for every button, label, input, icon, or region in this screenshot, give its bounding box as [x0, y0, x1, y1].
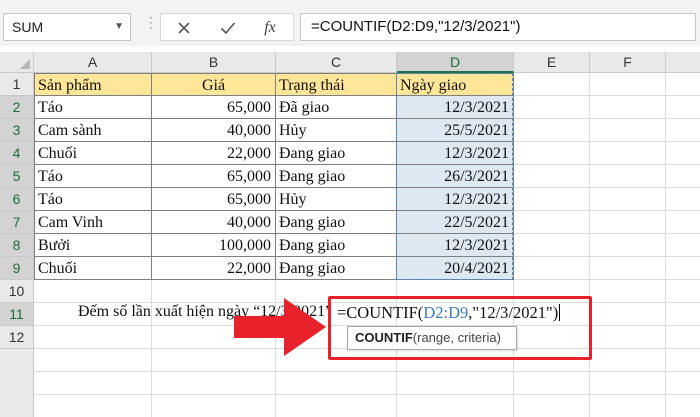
row-header-5[interactable]: 5	[0, 165, 34, 188]
row-header-11[interactable]: 11	[0, 303, 34, 326]
row-header-4[interactable]: 4	[0, 142, 34, 165]
row-header-2[interactable]: 2	[0, 96, 34, 119]
cell-status[interactable]: Đang giao	[275, 257, 397, 280]
column-header-b[interactable]: B	[152, 52, 276, 73]
column-header-e[interactable]: E	[514, 52, 590, 73]
cell-price[interactable]: 65,000	[151, 188, 276, 211]
column-header-g[interactable]	[666, 52, 700, 73]
check-icon[interactable]	[215, 17, 241, 39]
cell-delivery-date[interactable]: 12/3/2021	[396, 142, 514, 165]
cell-status[interactable]: Đang giao	[275, 142, 397, 165]
cell-delivery-date[interactable]: 22/5/2021	[396, 211, 514, 234]
cell-delivery-date[interactable]: 12/3/2021	[396, 188, 514, 211]
cell-status[interactable]: Đang giao	[275, 165, 397, 188]
cell-product[interactable]: Táo	[34, 96, 152, 119]
header-cell-price[interactable]: Giá	[151, 73, 276, 96]
cell-price[interactable]: 40,000	[151, 119, 276, 142]
cell-price[interactable]: 22,000	[151, 142, 276, 165]
cell-delivery-date[interactable]: 26/3/2021	[396, 165, 514, 188]
row-header-12[interactable]: 12	[0, 326, 34, 349]
cell-product[interactable]: Táo	[34, 165, 152, 188]
header-cell-delivery-date[interactable]: Ngày giao	[396, 73, 514, 96]
row-header-7[interactable]: 7	[0, 211, 34, 234]
cell-delivery-date[interactable]: 20/4/2021	[396, 257, 514, 280]
cell-status[interactable]: Đang giao	[275, 234, 397, 257]
column-header-d[interactable]: D	[397, 52, 514, 73]
row-header-9[interactable]: 9	[0, 257, 34, 280]
header-cell-status[interactable]: Trạng thái	[275, 73, 397, 96]
row-header-3[interactable]: 3	[0, 119, 34, 142]
cell-status[interactable]: Hủy	[275, 188, 397, 211]
row-header-8[interactable]: 8	[0, 234, 34, 257]
gridline	[589, 73, 590, 417]
cell-product[interactable]: Táo	[34, 188, 152, 211]
cell-status[interactable]: Đang giao	[275, 211, 397, 234]
column-header-f[interactable]: F	[590, 52, 666, 73]
column-header-c[interactable]: C	[276, 52, 397, 73]
row-header-1[interactable]: 1	[0, 73, 34, 96]
formula-input[interactable]: =COUNTIF(D2:D9,"12/3/2021")	[300, 13, 696, 41]
cell-delivery-date[interactable]: 12/3/2021	[396, 96, 514, 119]
grip-icon[interactable]: ⋮	[144, 15, 158, 36]
row-header-13[interactable]	[0, 349, 34, 417]
red-arrow-icon	[234, 298, 326, 356]
row-header-10[interactable]: 10	[0, 280, 34, 303]
formula-bar: SUM ▼ ⋮ fx =COUNTIF(D2:D9,"12/3/2021")	[0, 0, 700, 46]
cell-price[interactable]: 40,000	[151, 211, 276, 234]
insert-function-button[interactable]: fx	[257, 17, 283, 39]
header-cell-product[interactable]: Sản phẩm	[34, 73, 152, 96]
cell-product[interactable]: Cam sành	[34, 119, 152, 142]
close-icon[interactable]	[171, 17, 197, 39]
cell-product[interactable]: Chuối	[34, 142, 152, 165]
name-box[interactable]: SUM ▼	[3, 13, 131, 41]
cell-delivery-date[interactable]: 25/5/2021	[396, 119, 514, 142]
cell-product[interactable]: Chuối	[34, 257, 152, 280]
cell-status[interactable]: Hủy	[275, 119, 397, 142]
cell-status[interactable]: Đã giao	[275, 96, 397, 119]
cell-price[interactable]: 65,000	[151, 96, 276, 119]
formula-buttons: fx	[160, 13, 294, 41]
cell-delivery-date[interactable]: 12/3/2021	[396, 234, 514, 257]
highlight-box	[328, 296, 592, 360]
cell-product[interactable]: Cam Vinh	[34, 211, 152, 234]
cell-price[interactable]: 100,000	[151, 234, 276, 257]
cell-price[interactable]: 65,000	[151, 165, 276, 188]
cell-product[interactable]: Bưởi	[34, 234, 152, 257]
select-all-corner[interactable]	[0, 52, 34, 73]
column-header-a[interactable]: A	[34, 52, 152, 73]
row-header-6[interactable]: 6	[0, 188, 34, 211]
cell-price[interactable]: 22,000	[151, 257, 276, 280]
chevron-down-icon[interactable]: ▼	[114, 14, 124, 40]
name-box-value: SUM	[12, 19, 44, 35]
gridline	[665, 73, 666, 417]
